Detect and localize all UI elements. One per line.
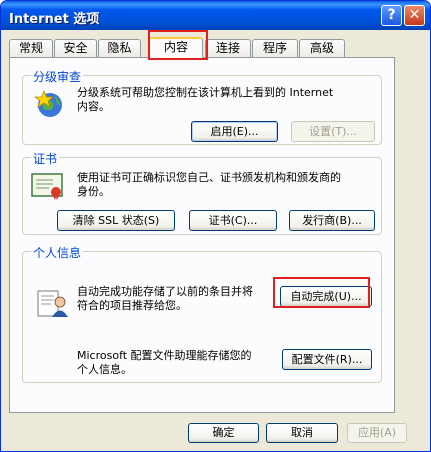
help-button[interactable]: ?	[381, 5, 402, 26]
autocomplete-desc-line2: 符合的项目推荐给您。	[77, 299, 187, 312]
close-button[interactable]: ✕	[404, 5, 425, 26]
settings-button[interactable]: 设置(T)...	[291, 121, 375, 142]
tab-advanced[interactable]: 高级	[299, 39, 345, 58]
profile-description: Microsoft 配置文件助理能存储您的 个人信息。	[77, 349, 277, 377]
certificates-description: 使用证书可正确标识您自己、证书颁发机构和颁发商的 身份。	[77, 171, 377, 199]
tab-connections[interactable]: 连接	[205, 39, 251, 58]
enable-button[interactable]: 启用(E)...	[191, 121, 278, 142]
personal-info-group: 个人信息 自动完成功能存储了以前的条目并将 符合的项目推荐给您。 自动完成(U)…	[22, 244, 382, 383]
publishers-button[interactable]: 发行商(B)...	[289, 210, 375, 231]
content-advisor-group: 分级审查 分级系统可帮助您控制在该计算机上看到的 Internet 内容。 启用…	[22, 68, 382, 145]
autocomplete-desc-line1: 自动完成功能存储了以前的条目并将	[77, 285, 253, 298]
profile-button[interactable]: 配置文件(R)...	[282, 349, 372, 370]
tab-security[interactable]: 安全	[54, 39, 97, 58]
profile-desc-line1: Microsoft 配置文件助理能存储您的	[77, 349, 252, 362]
certificates-desc-line1: 使用证书可正确标识您自己、证书颁发机构和颁发商的	[77, 171, 341, 184]
internet-options-dialog: Internet 选项 ? ✕ 常规 安全 隐私 内容 连接 程序 高级 分级审…	[0, 0, 431, 452]
certificates-button[interactable]: 证书(C)...	[189, 210, 277, 231]
cancel-button[interactable]: 取消	[266, 423, 338, 443]
autocomplete-description: 自动完成功能存储了以前的条目并将 符合的项目推荐给您。	[77, 285, 277, 313]
tab-programs[interactable]: 程序	[252, 39, 298, 58]
certificates-title: 证书	[31, 150, 60, 167]
content-advisor-desc-line2: 内容。	[77, 100, 110, 113]
clear-ssl-state-button[interactable]: 清除 SSL 状态(S)	[57, 210, 175, 231]
content-advisor-title: 分级审查	[31, 68, 84, 85]
tab-general[interactable]: 常规	[9, 39, 53, 58]
personal-info-title: 个人信息	[31, 244, 84, 261]
personal-info-icon	[37, 290, 68, 317]
window-title: Internet 选项	[9, 12, 100, 27]
tab-content[interactable]: 内容	[149, 37, 203, 59]
content-advisor-desc-line1: 分级系统可帮助您控制在该计算机上看到的 Internet	[77, 86, 334, 99]
ok-button[interactable]: 确定	[188, 423, 259, 443]
profile-desc-line2: 个人信息。	[77, 363, 132, 376]
content-advisor-description: 分级系统可帮助您控制在该计算机上看到的 Internet 内容。	[77, 86, 377, 114]
tab-privacy[interactable]: 隐私	[98, 39, 141, 58]
title-bar[interactable]: Internet 选项 ? ✕	[1, 1, 430, 30]
content-tab-panel: 分级审查 分级系统可帮助您控制在该计算机上看到的 Internet 内容。 启用…	[9, 57, 395, 413]
certificates-desc-line2: 身份。	[77, 185, 110, 198]
content-advisor-globe-star-icon	[33, 89, 62, 117]
autocomplete-button[interactable]: 自动完成(U)...	[280, 286, 372, 307]
apply-button[interactable]: 应用(A)	[347, 423, 407, 443]
certificate-icon	[31, 173, 63, 200]
certificates-group: 证书 使用证书可正确标识您自己、证书颁发机构和颁发商的 身份。 清除 SSL 状…	[22, 150, 382, 235]
